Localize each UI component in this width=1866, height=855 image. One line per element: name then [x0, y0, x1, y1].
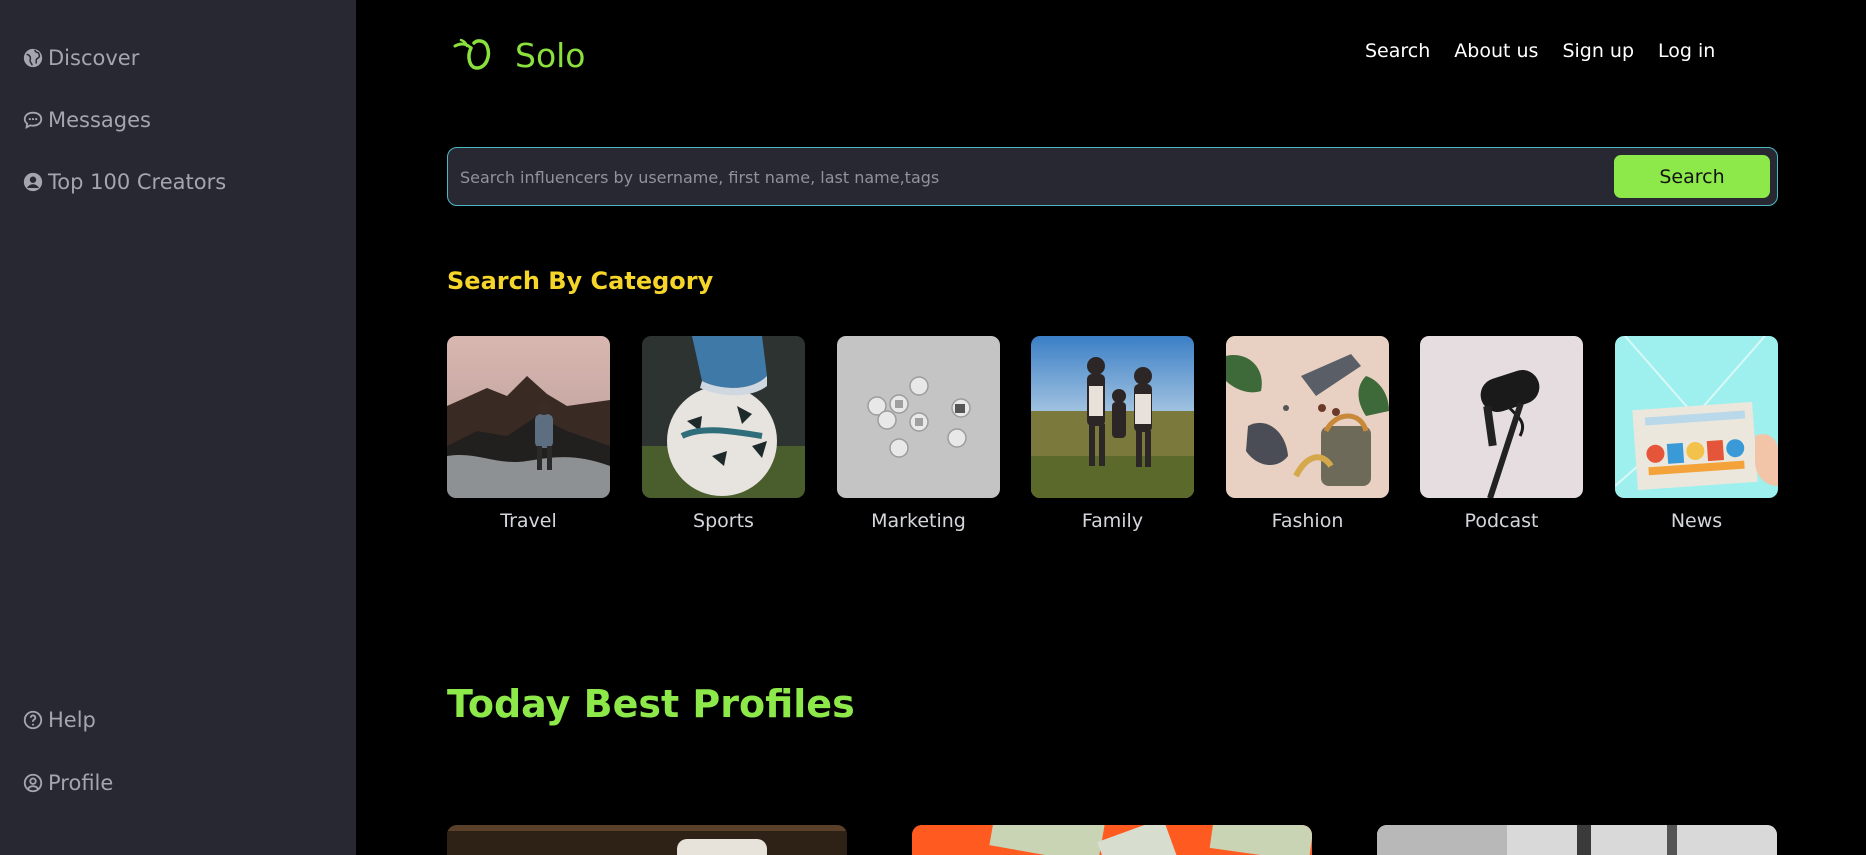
category-image-sports [642, 336, 805, 498]
profile-card[interactable] [1377, 825, 1777, 855]
profile-card-image [447, 825, 847, 855]
sidebar-item-messages[interactable]: Messages [22, 108, 151, 132]
category-image-fashion [1226, 336, 1389, 498]
category-image-news [1615, 336, 1778, 498]
best-profiles-heading: Today Best Profiles [447, 682, 855, 726]
nav-about-us[interactable]: About us [1454, 40, 1538, 62]
sidebar-item-top-100-creators[interactable]: Top 100 Creators [22, 170, 226, 194]
sidebar-item-discover[interactable]: Discover [22, 46, 139, 70]
sidebar-item-profile[interactable]: Profile [22, 771, 113, 795]
sidebar-item-help[interactable]: Help [22, 708, 96, 732]
user-circle-icon [22, 171, 44, 193]
sidebar-item-label: Profile [48, 771, 114, 795]
profile-card-image [1377, 825, 1777, 855]
category-list: Travel Sports Marketing Family Fashion P… [447, 336, 1778, 536]
category-image-travel [447, 336, 610, 498]
category-label: Marketing [871, 510, 966, 532]
search-bar: Search [447, 147, 1778, 206]
category-fashion[interactable]: Fashion [1226, 336, 1389, 532]
globe-icon [22, 47, 44, 69]
sidebar-item-label: Top 100 Creators [48, 170, 227, 194]
leaf-logo-icon [453, 38, 491, 70]
help-circle-icon [22, 709, 44, 731]
category-family[interactable]: Family [1031, 336, 1194, 532]
nav-search[interactable]: Search [1365, 40, 1430, 62]
profile-icon [22, 772, 44, 794]
category-label: Family [1081, 510, 1144, 532]
category-sports[interactable]: Sports [642, 336, 805, 532]
profile-card[interactable] [912, 825, 1312, 855]
top-nav: Search About us Sign up Log in [1365, 40, 1715, 62]
category-heading: Search By Category [447, 267, 714, 295]
category-label: News [1670, 510, 1723, 532]
category-news[interactable]: News [1615, 336, 1778, 532]
sidebar-item-label: Discover [48, 46, 140, 70]
category-label: Fashion [1271, 510, 1344, 532]
category-label: Travel [500, 510, 557, 532]
category-label: Sports [693, 510, 754, 532]
category-image-family [1031, 336, 1194, 498]
nav-log-in[interactable]: Log in [1658, 40, 1715, 62]
search-input[interactable] [460, 162, 1590, 192]
chat-icon [22, 109, 44, 131]
category-image-marketing [837, 336, 1000, 498]
search-button[interactable]: Search [1614, 155, 1770, 198]
category-label: Podcast [1464, 510, 1539, 532]
category-marketing[interactable]: Marketing [837, 336, 1000, 532]
nav-sign-up[interactable]: Sign up [1562, 40, 1634, 62]
category-travel[interactable]: Travel [447, 336, 610, 532]
logo-text: Solo [515, 35, 586, 75]
category-podcast[interactable]: Podcast [1420, 336, 1583, 532]
sidebar-item-label: Messages [48, 108, 151, 132]
site-logo[interactable]: Solo [451, 34, 586, 76]
profile-card[interactable] [447, 825, 847, 855]
sidebar: Discover Messages Top 100 Creators Help … [0, 0, 356, 855]
sidebar-item-label: Help [48, 708, 96, 732]
category-image-podcast [1420, 336, 1583, 498]
profile-card-image [912, 825, 1312, 855]
